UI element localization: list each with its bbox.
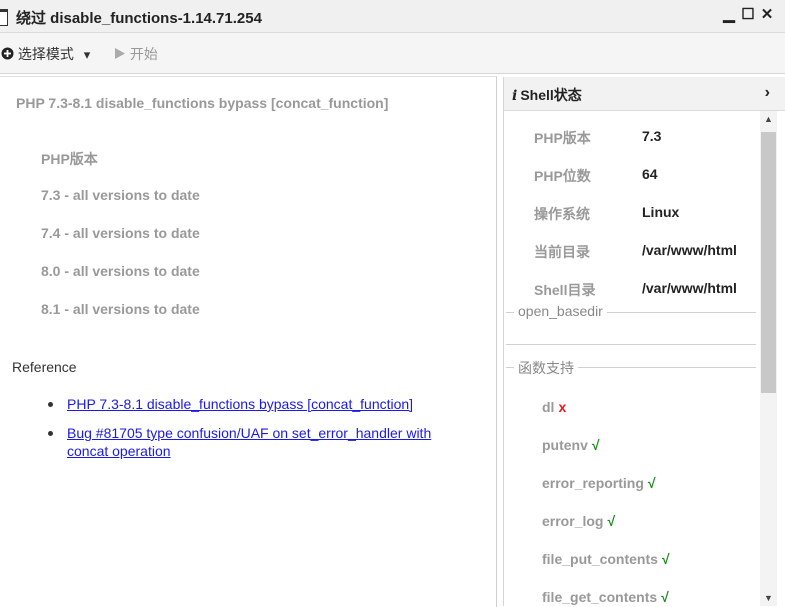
function-item: file_put_contents √ — [542, 551, 670, 567]
chevron-down-icon: ▾ — [83, 47, 91, 62]
info-label: PHP版本 — [534, 130, 591, 146]
version-item: 7.4 - all versions to date — [41, 225, 200, 241]
function-item: putenv √ — [542, 437, 600, 453]
list-item: PHP 7.3-8.1 disable_functions bypass [co… — [48, 395, 468, 413]
supported-mark: √ — [647, 475, 656, 491]
reference-list: PHP 7.3-8.1 disable_functions bypass [co… — [48, 395, 468, 471]
supported-mark: √ — [661, 551, 670, 567]
function-name: error_log — [542, 513, 604, 529]
info-label: Shell目录 — [534, 282, 596, 298]
reference-link[interactable]: Bug #81705 type confusion/UAF on set_err… — [67, 425, 431, 459]
unsupported-mark: x — [558, 399, 567, 415]
info-value: /var/www/html — [642, 242, 737, 258]
scrollbar[interactable]: ▲ ▼ — [760, 111, 777, 606]
info-label: PHP位数 — [534, 168, 591, 184]
function-name: putenv — [542, 437, 588, 453]
info-value: /var/www/html — [642, 280, 737, 296]
title-bar: 绕过 disable_functions-1.14.71.254 ▁ ☐ ✕ — [0, 0, 785, 33]
scroll-down-icon[interactable]: ▼ — [760, 590, 777, 606]
close-button[interactable]: ✕ — [758, 5, 776, 25]
toolbar: 选择模式 ▾ 开始 — [0, 33, 785, 74]
supported-mark: √ — [591, 437, 600, 453]
info-value: 64 — [642, 166, 658, 182]
shell-status-panel: i Shell状态 › PHP版本 7.3 PHP位数 64 操作系统 Linux… — [503, 77, 785, 606]
select-mode-dropdown[interactable]: 选择模式 ▾ — [1, 44, 90, 64]
function-item: error_reporting √ — [542, 475, 656, 491]
shell-status-title: i Shell状态 — [512, 85, 582, 105]
info-label: 当前目录 — [534, 244, 590, 260]
function-item: error_log √ — [542, 513, 615, 529]
select-mode-label: 选择模式 — [17, 46, 74, 62]
version-item: 7.3 - all versions to date — [41, 187, 200, 203]
minimize-button[interactable]: ▁ — [720, 5, 738, 25]
reference-title: Reference — [12, 359, 77, 375]
version-item: 8.0 - all versions to date — [41, 263, 200, 279]
exploit-title: PHP 7.3-8.1 disable_functions bypass [co… — [16, 95, 389, 111]
chevron-right-icon[interactable]: › — [765, 84, 770, 102]
reference-link[interactable]: PHP 7.3-8.1 disable_functions bypass [co… — [67, 396, 413, 412]
shell-status-body: PHP版本 7.3 PHP位数 64 操作系统 Linux 当前目录 /var/… — [504, 111, 758, 606]
function-name: dl — [542, 399, 555, 415]
shell-status-label: Shell状态 — [520, 87, 582, 103]
play-icon — [115, 48, 125, 59]
start-button[interactable]: 开始 — [114, 44, 158, 64]
info-icon: i — [512, 88, 518, 104]
divider — [506, 344, 756, 345]
functions-group: 函数支持 — [506, 358, 756, 378]
function-item: file_get_contents √ — [542, 589, 669, 605]
open-basedir-group: open_basedir — [506, 303, 756, 319]
shell-status-header: i Shell状态 › — [504, 77, 785, 111]
window-title: 绕过 disable_functions-1.14.71.254 — [16, 10, 262, 27]
open-basedir-legend: open_basedir — [514, 303, 607, 319]
function-name: file_put_contents — [542, 551, 658, 567]
supported-mark: √ — [607, 513, 616, 529]
description-panel: PHP 7.3-8.1 disable_functions bypass [co… — [0, 76, 497, 607]
start-label: 开始 — [129, 46, 158, 62]
list-item: Bug #81705 type confusion/UAF on set_err… — [48, 424, 468, 460]
scrollbar-thumb[interactable] — [761, 132, 776, 393]
info-label: 操作系统 — [534, 206, 590, 222]
info-value: 7.3 — [642, 128, 662, 144]
scroll-up-icon[interactable]: ▲ — [760, 111, 777, 127]
window-icon — [0, 9, 8, 26]
supported-mark: √ — [661, 589, 669, 605]
plus-circle-icon — [1, 47, 14, 60]
function-name: file_get_contents — [542, 589, 658, 605]
version-item: 8.1 - all versions to date — [41, 301, 200, 317]
function-name: error_reporting — [542, 475, 644, 491]
info-value: Linux — [642, 204, 680, 220]
function-item: dl x — [542, 399, 566, 415]
functions-legend: 函数支持 — [514, 358, 578, 378]
maximize-button[interactable]: ☐ — [739, 5, 757, 25]
versions-title: PHP版本 — [41, 151, 98, 167]
